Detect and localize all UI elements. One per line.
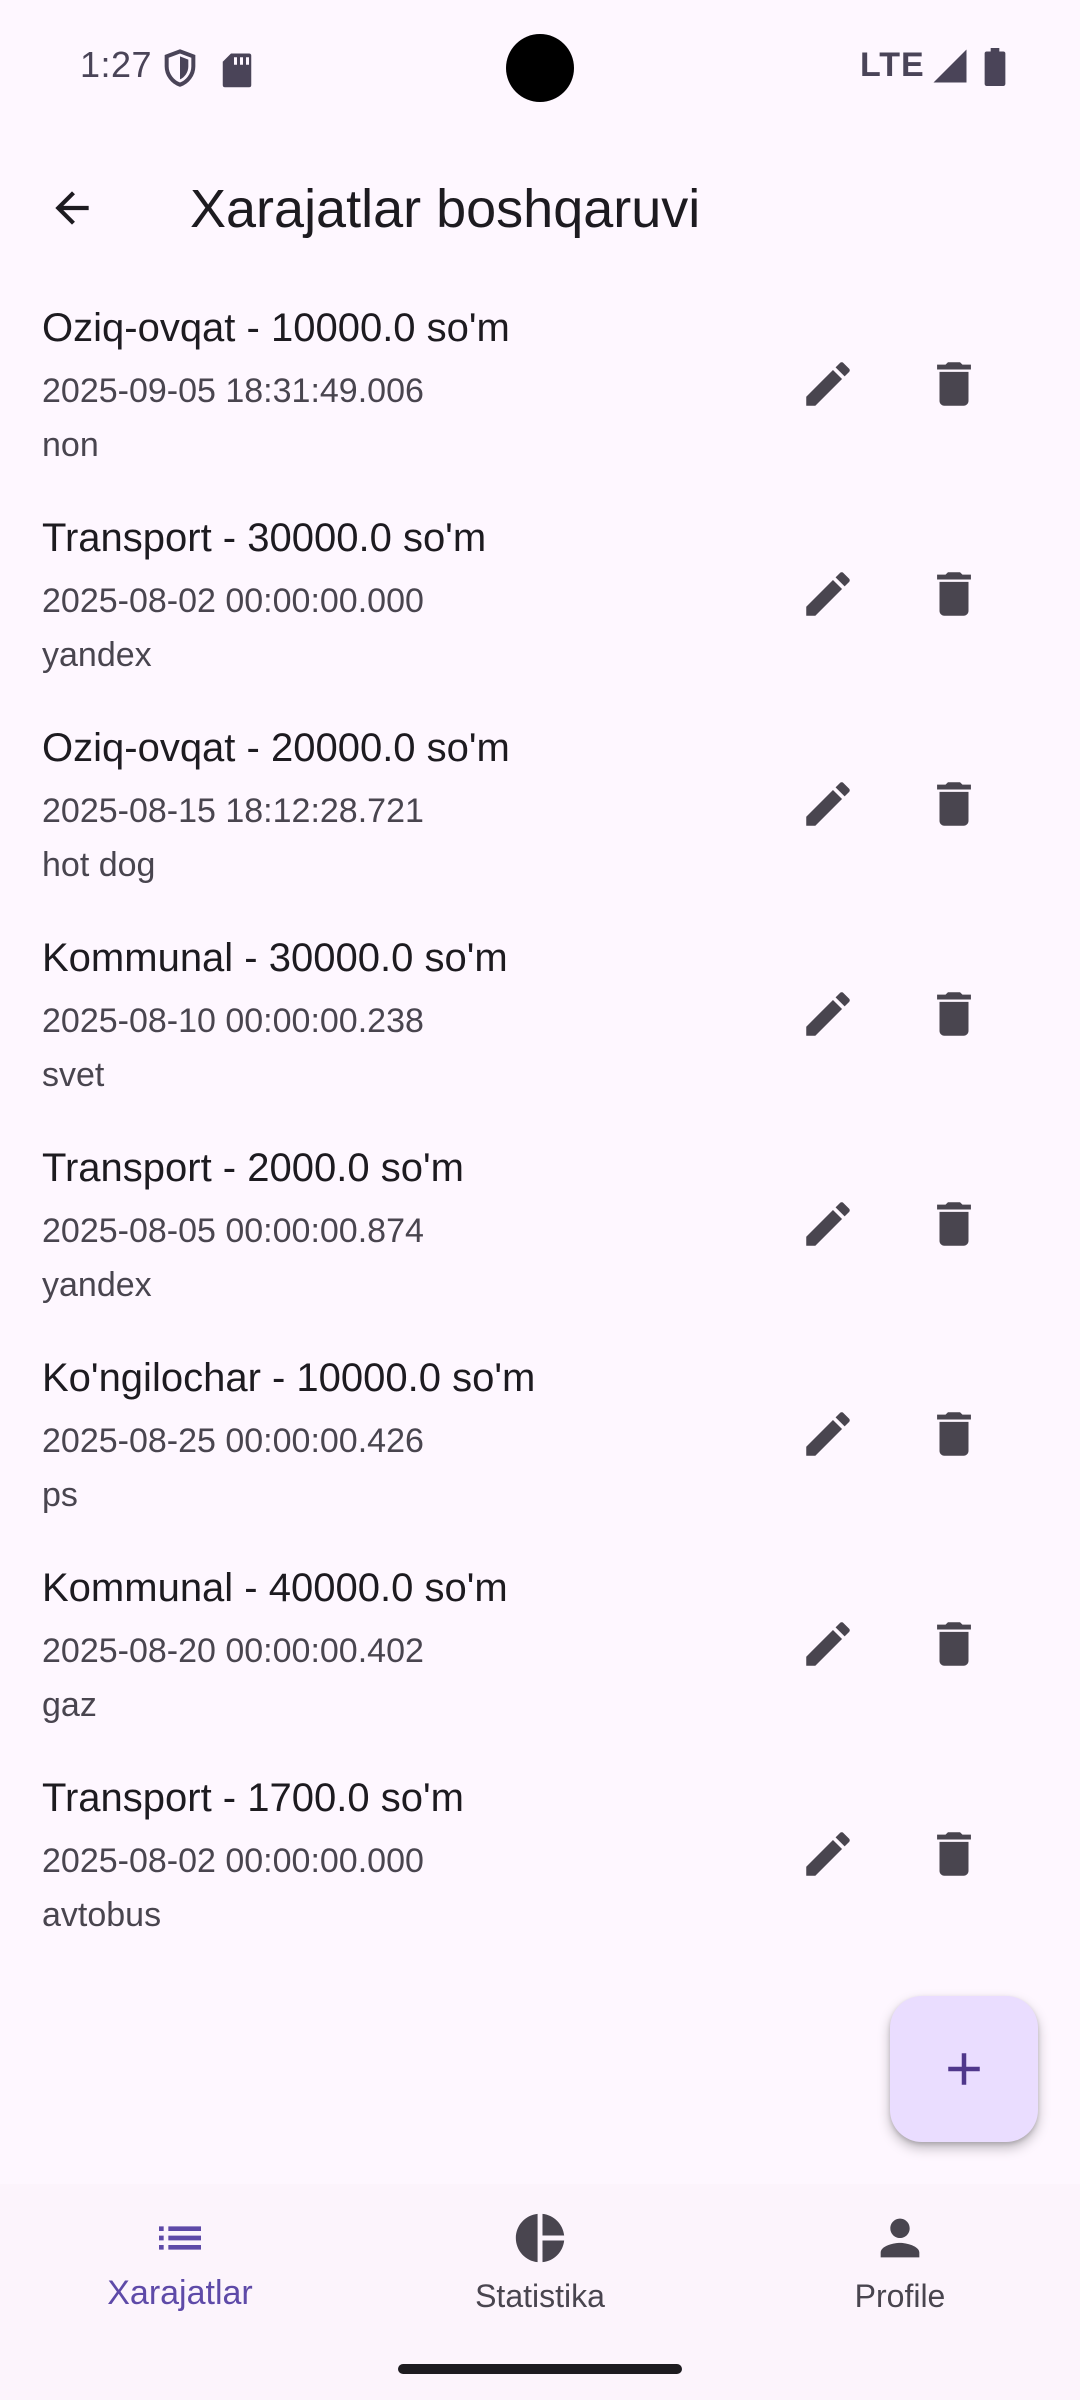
shield-icon: [164, 49, 196, 87]
expense-note: yandex: [42, 636, 152, 674]
expense-date: 2025-09-05 18:31:49.006: [42, 372, 424, 410]
trash-icon: [937, 572, 971, 616]
nav-label: Xarajatlar: [107, 2274, 253, 2312]
expense-item[interactable]: Ko'ngilochar - 10000.0 so'm 2025-08-25 0…: [0, 1348, 1080, 1558]
pencil-icon: [806, 1832, 850, 1876]
delete-button[interactable]: [912, 1812, 996, 1896]
expense-note: svet: [42, 1056, 105, 1094]
trash-icon: [937, 1412, 971, 1456]
sd-card-icon: [222, 53, 252, 88]
expense-item[interactable]: Oziq-ovqat - 10000.0 so'm 2025-09-05 18:…: [0, 298, 1080, 508]
pencil-icon: [806, 572, 850, 616]
trash-icon: [937, 1202, 971, 1246]
delete-button[interactable]: [912, 1392, 996, 1476]
status-bar: 1:27 LTE: [0, 0, 1080, 136]
expense-note: gaz: [42, 1686, 97, 1724]
status-time: 1:27: [80, 44, 153, 85]
nav-label: Profile: [854, 2278, 946, 2314]
edit-button[interactable]: [786, 552, 870, 636]
battery-icon: [984, 48, 1006, 86]
nav-label: Statistika: [475, 2278, 605, 2314]
expense-date: 2025-08-02 00:00:00.000: [42, 1842, 424, 1880]
expense-note: ps: [42, 1476, 78, 1514]
expense-item[interactable]: Kommunal - 30000.0 so'm 2025-08-10 00:00…: [0, 928, 1080, 1138]
edit-button[interactable]: [786, 972, 870, 1056]
home-indicator[interactable]: [398, 2364, 682, 2374]
expense-note: non: [42, 426, 99, 464]
person-icon: [870, 2208, 930, 2268]
expense-note: hot dog: [42, 846, 156, 884]
expense-title: Transport - 30000.0 so'm: [42, 516, 487, 560]
expense-item[interactable]: Transport - 30000.0 so'm 2025-08-02 00:0…: [0, 508, 1080, 718]
edit-button[interactable]: [786, 1182, 870, 1266]
delete-button[interactable]: [912, 972, 996, 1056]
edit-button[interactable]: [786, 762, 870, 846]
trash-icon: [937, 1622, 971, 1666]
delete-button[interactable]: [912, 1602, 996, 1686]
expense-item[interactable]: Transport - 2000.0 so'm 2025-08-05 00:00…: [0, 1138, 1080, 1348]
trash-icon: [937, 992, 971, 1036]
edit-button[interactable]: [786, 1392, 870, 1476]
expense-note: yandex: [42, 1266, 152, 1304]
add-expense-button[interactable]: [890, 1996, 1038, 2142]
arrow-back-icon: [55, 191, 89, 225]
delete-button[interactable]: [912, 1182, 996, 1266]
expense-title: Oziq-ovqat - 10000.0 so'm: [42, 306, 510, 350]
pencil-icon: [806, 1412, 850, 1456]
expense-item[interactable]: Oziq-ovqat - 20000.0 so'm 2025-08-15 18:…: [0, 718, 1080, 928]
expense-title: Transport - 1700.0 so'm: [42, 1776, 464, 1820]
expense-date: 2025-08-05 00:00:00.874: [42, 1212, 424, 1250]
expense-date: 2025-08-10 00:00:00.238: [42, 1002, 424, 1040]
pencil-icon: [806, 362, 850, 406]
pencil-icon: [806, 1202, 850, 1246]
trash-icon: [937, 362, 971, 406]
expense-title: Oziq-ovqat - 20000.0 so'm: [42, 726, 510, 770]
expense-date: 2025-08-20 00:00:00.402: [42, 1632, 424, 1670]
app-bar: Xarajatlar boshqaruvi: [0, 136, 1080, 280]
edit-button[interactable]: [786, 342, 870, 426]
nav-item-xarajatlar[interactable]: Xarajatlar: [0, 2184, 360, 2364]
pencil-icon: [806, 1622, 850, 1666]
expense-item[interactable]: Transport - 1700.0 so'm 2025-08-02 00:00…: [0, 1768, 1080, 1978]
expense-title: Kommunal - 40000.0 so'm: [42, 1566, 508, 1610]
list-icon: [150, 2208, 210, 2268]
expense-title: Ko'ngilochar - 10000.0 so'm: [42, 1356, 536, 1400]
expense-title: Kommunal - 30000.0 so'm: [42, 936, 508, 980]
camera-cutout: [506, 34, 574, 102]
page-title: Xarajatlar boshqaruvi: [190, 179, 701, 239]
trash-icon: [937, 782, 971, 826]
plus-icon: [948, 2053, 980, 2085]
expense-date: 2025-08-25 00:00:00.426: [42, 1422, 424, 1460]
pencil-icon: [806, 782, 850, 826]
delete-button[interactable]: [912, 342, 996, 426]
screen: 1:27 LTE Xarajatlar boshqaruvi Oziq-ovqa…: [0, 0, 1080, 2400]
nav-item-statistika[interactable]: Statistika: [360, 2184, 720, 2364]
nav-item-profile[interactable]: Profile: [720, 2184, 1080, 2364]
delete-button[interactable]: [912, 762, 996, 846]
signal-icon: [933, 49, 967, 83]
pie-chart-icon: [510, 2208, 570, 2268]
expense-date: 2025-08-02 00:00:00.000: [42, 582, 424, 620]
expense-title: Transport - 2000.0 so'm: [42, 1146, 464, 1190]
network-type: LTE: [860, 46, 925, 84]
expense-list: Oziq-ovqat - 10000.0 so'm 2025-09-05 18:…: [0, 298, 1080, 1978]
expense-date: 2025-08-15 18:12:28.721: [42, 792, 424, 830]
pencil-icon: [806, 992, 850, 1036]
trash-icon: [937, 1832, 971, 1876]
back-button[interactable]: [36, 172, 108, 244]
edit-button[interactable]: [786, 1602, 870, 1686]
expense-item[interactable]: Kommunal - 40000.0 so'm 2025-08-20 00:00…: [0, 1558, 1080, 1768]
delete-button[interactable]: [912, 552, 996, 636]
edit-button[interactable]: [786, 1812, 870, 1896]
expense-note: avtobus: [42, 1896, 162, 1934]
